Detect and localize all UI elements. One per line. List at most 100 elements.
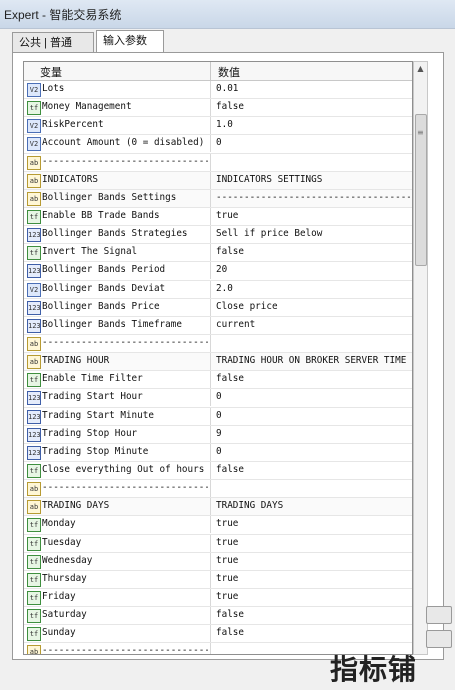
table-row[interactable]: tf Enable Time Filter false [24,371,412,390]
scroll-up-icon[interactable]: ▲ [414,62,427,75]
title-bar: Expert - 智能交易系统 [0,0,455,29]
table-row[interactable]: tf Monday true [24,516,412,535]
parameter-value[interactable]: false [216,609,410,620]
double-type-icon: V2 [27,119,41,134]
string-type-icon: ab [27,336,41,351]
column-divider [210,607,211,625]
vertical-scrollbar[interactable]: ▲ ≡ [413,61,428,655]
parameter-value[interactable]: INDICATORS SETTINGS [216,174,410,185]
table-row[interactable]: V2 RiskPercent 1.0 [24,117,412,136]
parameter-name: -------------------------------- [42,645,208,655]
parameter-value[interactable]: Sell if price Below [216,228,410,239]
table-row[interactable]: 123 Trading Start Minute 0 [24,407,412,426]
table-row[interactable]: 123 Bollinger Bands Strategies Sell if pri… [24,226,412,245]
column-divider [210,516,211,534]
parameter-value[interactable]: false [216,101,410,112]
parameter-name: Bollinger Bands Strategies [42,228,188,240]
table-row[interactable]: ab -------------------------------- [24,153,412,172]
table-row[interactable]: tf Enable BB Trade Bands true [24,207,412,227]
column-divider [210,280,211,298]
parameter-value[interactable]: 0 [216,137,410,148]
parameter-value[interactable]: true [216,591,410,602]
parameter-value[interactable]: true [216,210,410,221]
table-row[interactable]: ab TRADING HOUR TRADING HOUR ON BROKER SER… [24,353,412,372]
parameter-value[interactable]: false [216,464,410,475]
inputs-panel: 变量 数值 V2 Lots 0.01 tf Money Management false V… [12,52,444,660]
column-divider [210,389,211,407]
parameter-name: Monday [42,518,76,530]
parameter-value[interactable]: false [216,246,410,257]
column-divider [210,81,211,98]
string-type-icon: ab [27,355,41,370]
tab-inputs[interactable]: 输入参数 [96,30,164,53]
column-divider [210,135,211,153]
header-divider[interactable] [210,62,211,80]
table-row[interactable]: V2 Account Amount (0 = disabled) 0 [24,135,412,154]
parameter-value[interactable]: Close price [216,301,410,312]
table-row[interactable]: V2 Bollinger Bands Deviat 2.0 [24,280,412,299]
parameter-value[interactable]: TRADING HOUR ON BROKER SERVER TIME [216,355,410,366]
parameter-name: Account Amount (0 = disabled) [42,137,205,149]
parameter-value[interactable]: 0 [216,446,410,457]
integer-type-icon: 123 [27,318,41,333]
parameter-name: Money Management [42,101,132,113]
tab-common[interactable]: 公共 | 普通 [12,32,94,53]
parameter-value[interactable]: true [216,573,410,584]
parameter-value[interactable]: 9 [216,428,410,439]
boolean-type-icon: tf [27,101,41,116]
column-divider [210,153,211,171]
table-row[interactable]: tf Invert The Signal false [24,244,412,263]
table-row[interactable]: V2 Lots 0.01 [24,81,412,100]
string-type-icon: ab [27,645,41,654]
table-row[interactable]: ab INDICATORS INDICATORS SETTINGS [24,171,412,190]
table-row[interactable]: tf Tuesday true [24,534,412,553]
parameter-value[interactable]: false [216,627,410,638]
string-type-icon: ab [27,482,41,497]
table-row[interactable]: ab Bollinger Bands Settings --------------… [24,189,412,208]
parameter-value[interactable]: 20 [216,264,410,275]
table-row[interactable]: tf Money Management false [24,99,412,118]
table-row[interactable]: 123 Bollinger Bands Timeframe current [24,316,412,335]
table-row[interactable]: ab TRADING DAYS TRADING DAYS [24,498,412,517]
parameter-value[interactable]: true [216,518,410,529]
table-row[interactable]: 123 Trading Stop Hour 9 [24,425,412,444]
parameter-value[interactable]: 1.0 [216,119,410,130]
table-row[interactable]: tf Wednesday true [24,552,412,571]
grip-icon: ≡ [417,128,424,137]
parameter-name: -------------------------------- [42,482,208,494]
table-row[interactable]: tf Saturday false [24,607,412,626]
table-row[interactable]: ab -------------------------------- [24,480,412,499]
table-row[interactable]: ab -------------------------------- [24,334,412,354]
side-button-2[interactable] [426,630,452,648]
column-divider [210,371,211,389]
parameter-name: Friday [42,590,76,602]
table-row[interactable]: tf Thursday true [24,570,412,589]
column-divider [210,262,211,280]
boolean-type-icon: tf [27,572,41,587]
table-row[interactable]: tf Friday true [24,588,412,608]
table-row[interactable]: 123 Trading Start Hour 0 [24,389,412,408]
parameter-value[interactable]: current [216,319,410,330]
parameter-value[interactable]: 2.0 [216,283,410,294]
integer-type-icon: 123 [27,445,41,460]
table-row[interactable]: 123 Trading Stop Minute 0 [24,443,412,462]
boolean-type-icon: tf [27,373,41,388]
parameter-value[interactable]: 0 [216,410,410,421]
parameter-name: Tuesday [42,536,82,548]
parameter-name: Trading Stop Hour [42,427,138,439]
table-row[interactable]: 123 Bollinger Bands Period 20 [24,262,412,281]
parameter-value[interactable]: false [216,373,410,384]
string-type-icon: ab [27,500,41,515]
column-divider [210,226,211,244]
parameter-value[interactable]: 0 [216,391,410,402]
parameter-value[interactable]: ------------------------------------ [216,192,410,203]
parameter-value[interactable]: true [216,537,410,548]
table-row[interactable]: tf Close everything Out of hours false [24,461,412,481]
parameter-value[interactable]: true [216,555,410,566]
parameter-value[interactable]: 0.01 [216,83,410,94]
parameter-value[interactable]: TRADING DAYS [216,500,410,511]
table-row[interactable]: tf Sunday false [24,625,412,644]
side-button-1[interactable] [426,606,452,624]
parameter-name: Trading Start Hour [42,391,143,403]
table-row[interactable]: 123 Bollinger Bands Price Close price [24,298,412,317]
